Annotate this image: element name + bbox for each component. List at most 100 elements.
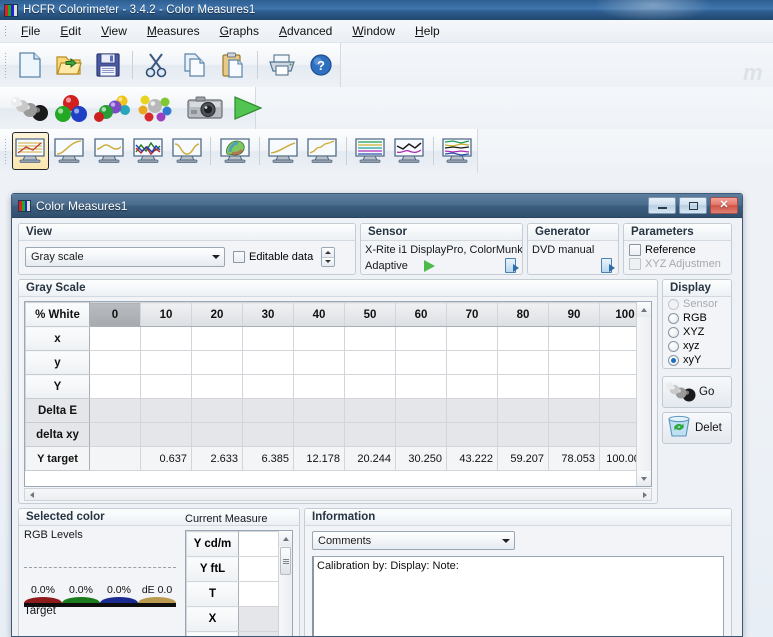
cell[interactable] [548, 422, 600, 447]
restore-button[interactable] [679, 197, 707, 214]
menu-file[interactable]: File [11, 21, 50, 41]
information-select[interactable]: Comments [312, 531, 515, 550]
radio-xyz-lower[interactable]: xyz [663, 339, 731, 353]
cell[interactable]: 30.250 [395, 446, 447, 471]
scroll-down-button[interactable] [636, 471, 651, 486]
scroll-up-button[interactable] [636, 302, 651, 317]
monitor-curve-rise-icon[interactable] [264, 132, 301, 170]
cell[interactable] [89, 398, 141, 423]
toolbar-grip[interactable] [4, 138, 7, 164]
cell[interactable] [89, 422, 141, 447]
scroll-left-button[interactable] [25, 489, 38, 500]
cell[interactable] [548, 398, 600, 423]
cell[interactable]: 12.178 [293, 446, 345, 471]
cell[interactable] [293, 326, 345, 351]
cell[interactable] [395, 374, 447, 399]
radio-xyz[interactable]: XYZ [663, 325, 731, 339]
help-question-icon[interactable]: ? [302, 47, 339, 83]
cell[interactable] [293, 350, 345, 375]
cell[interactable] [548, 374, 600, 399]
cell[interactable] [293, 398, 345, 423]
scroll-right-button[interactable] [638, 489, 651, 500]
cell[interactable] [344, 350, 396, 375]
spinner-up[interactable] [322, 248, 335, 258]
cell[interactable] [395, 350, 447, 375]
open-folder-icon[interactable] [51, 47, 88, 83]
scroll-up-button[interactable] [279, 531, 292, 546]
monitor-curve-steps-icon[interactable] [304, 132, 341, 170]
cell[interactable] [446, 374, 498, 399]
minimize-button[interactable] [648, 197, 676, 214]
column-header-70[interactable]: 70 [446, 302, 498, 327]
menu-grip[interactable] [4, 24, 7, 38]
monitor-peaks-icon[interactable] [391, 132, 428, 170]
cell[interactable] [242, 326, 294, 351]
column-header-80[interactable]: 80 [497, 302, 549, 327]
cell[interactable] [242, 398, 294, 423]
cell[interactable] [293, 374, 345, 399]
column-header-50[interactable]: 50 [344, 302, 396, 327]
cell[interactable] [548, 350, 600, 375]
cell[interactable] [89, 326, 141, 351]
cell[interactable] [497, 422, 549, 447]
cell[interactable]: 59.207 [497, 446, 549, 471]
menu-advanced[interactable]: Advanced [269, 21, 342, 41]
cell[interactable] [446, 422, 498, 447]
paste-clipboard-icon[interactable] [215, 47, 252, 83]
cell[interactable] [446, 398, 498, 423]
camera-icon[interactable] [185, 90, 227, 126]
column-header-60[interactable]: 60 [395, 302, 447, 327]
sensor-config-icon[interactable] [505, 258, 519, 274]
menu-help[interactable]: Help [405, 21, 450, 41]
menu-window[interactable]: Window [342, 21, 405, 41]
column-header-20[interactable]: 20 [191, 302, 243, 327]
cell[interactable] [497, 398, 549, 423]
go-button[interactable]: Go [662, 376, 732, 408]
toolbar-grip[interactable] [4, 52, 7, 78]
new-document-icon[interactable] [12, 47, 49, 83]
scrollbar-thumb[interactable] [280, 547, 291, 575]
monitor-rgb-levels-icon[interactable] [129, 132, 166, 170]
monitor-line-chart-icon[interactable] [168, 132, 205, 170]
cell[interactable] [497, 350, 549, 375]
save-floppy-icon[interactable] [90, 47, 127, 83]
information-textarea[interactable]: Calibration by: Display: Note: [312, 556, 724, 636]
cell[interactable] [242, 374, 294, 399]
color-checker-spheres-icon[interactable] [135, 90, 175, 126]
column-header-90[interactable]: 90 [548, 302, 600, 327]
cell[interactable]: 6.385 [242, 446, 294, 471]
cell[interactable] [140, 326, 192, 351]
close-button[interactable]: ✕ [710, 197, 738, 214]
column-header-30[interactable]: 30 [242, 302, 294, 327]
play-green-arrow-icon[interactable] [423, 260, 435, 272]
cell[interactable] [191, 374, 243, 399]
cell[interactable] [140, 398, 192, 423]
cell[interactable] [344, 398, 396, 423]
cell[interactable] [446, 326, 498, 351]
cell[interactable] [395, 422, 447, 447]
menu-measures[interactable]: Measures [137, 21, 210, 41]
cell[interactable] [293, 422, 345, 447]
cell[interactable] [344, 374, 396, 399]
cell[interactable] [89, 350, 141, 375]
cell[interactable] [497, 326, 549, 351]
cell[interactable]: 20.244 [344, 446, 396, 471]
menu-view[interactable]: View [91, 21, 137, 41]
cell[interactable]: 0.637 [140, 446, 192, 471]
column-header-10[interactable]: 10 [140, 302, 192, 327]
cell[interactable] [344, 422, 396, 447]
cell[interactable] [395, 326, 447, 351]
cell[interactable] [191, 350, 243, 375]
monitor-spectrum-lines-icon[interactable] [352, 132, 389, 170]
cell[interactable] [242, 350, 294, 375]
cell[interactable]: 43.222 [446, 446, 498, 471]
editable-data-checkbox[interactable]: Editable data [233, 251, 313, 263]
radio-xyY[interactable]: xyY [663, 353, 731, 367]
monitor-cie-diagram-icon[interactable] [216, 132, 253, 170]
cell[interactable]: 78.053 [548, 446, 600, 471]
table-horizontal-scrollbar[interactable] [24, 488, 652, 501]
cell[interactable] [140, 374, 192, 399]
grayscale-spheres-icon[interactable] [9, 90, 49, 126]
monitor-gamma-curve-icon[interactable] [51, 132, 88, 170]
generator-config-icon[interactable] [601, 258, 615, 274]
